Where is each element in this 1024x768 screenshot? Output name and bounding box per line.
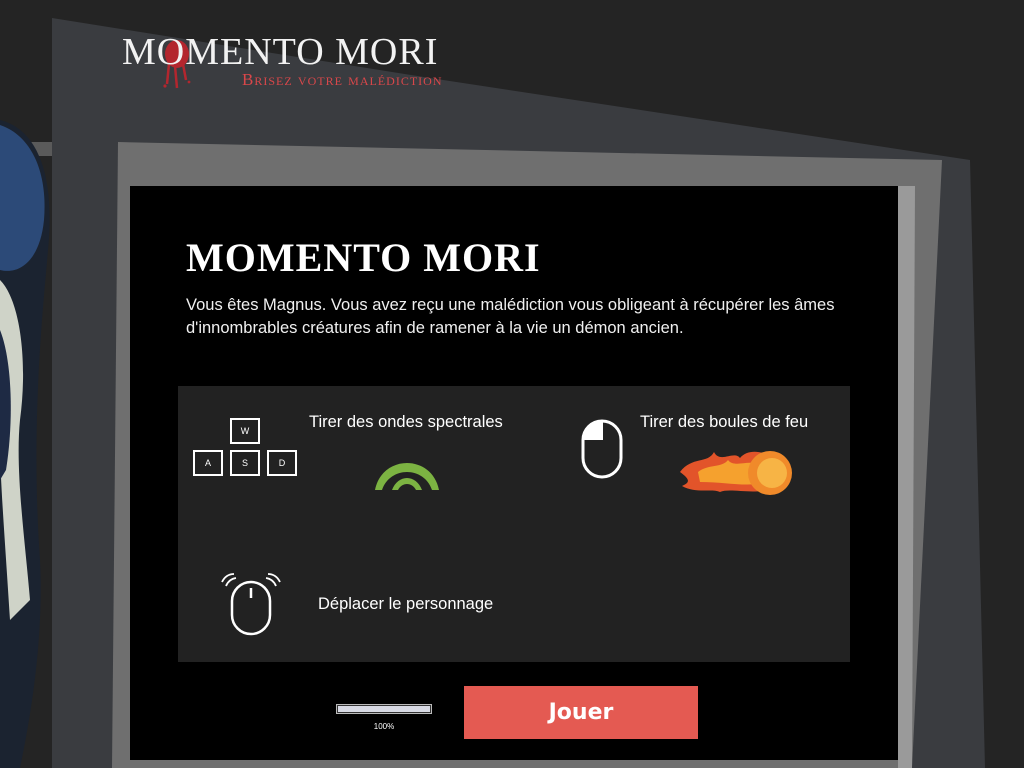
mouse-move-action-label: Déplacer le personnage: [318, 595, 494, 613]
fireball-icon: [680, 451, 792, 495]
mouse-move-icon: [221, 573, 281, 636]
spectral-wave-icon: [375, 463, 439, 490]
key-w: W: [230, 418, 260, 444]
instructions-panel: MOMENTO MORI Vous êtes Magnus. Vous avez…: [130, 186, 898, 760]
game-logo: MOMENTO MORI Brisez votre malédiction: [122, 32, 502, 96]
loading-progress-fill: [338, 706, 430, 712]
play-button[interactable]: Jouer: [464, 686, 698, 739]
keyboard-action-label: Tirer des ondes spectrales: [309, 413, 503, 431]
key-d: D: [267, 450, 297, 476]
loading-percent: 100%: [373, 722, 395, 731]
game-description: Vous êtes Magnus. Vous avez reçu une mal…: [186, 296, 835, 337]
mouse-click-icon: [581, 419, 623, 479]
loading-progress-bar: [336, 704, 432, 714]
key-s: S: [230, 450, 260, 476]
logo-subtitle: Brisez votre malédiction: [242, 70, 443, 89]
mouse-click-action-label: Tirer des boules de feu: [640, 413, 809, 431]
key-a: A: [193, 450, 223, 476]
panel-title: MOMENTO MORI: [186, 235, 541, 280]
controls-box: W A S D Tirer des ondes spectrales Tirer…: [178, 386, 850, 662]
logo-title: MOMENTO MORI: [122, 31, 439, 73]
